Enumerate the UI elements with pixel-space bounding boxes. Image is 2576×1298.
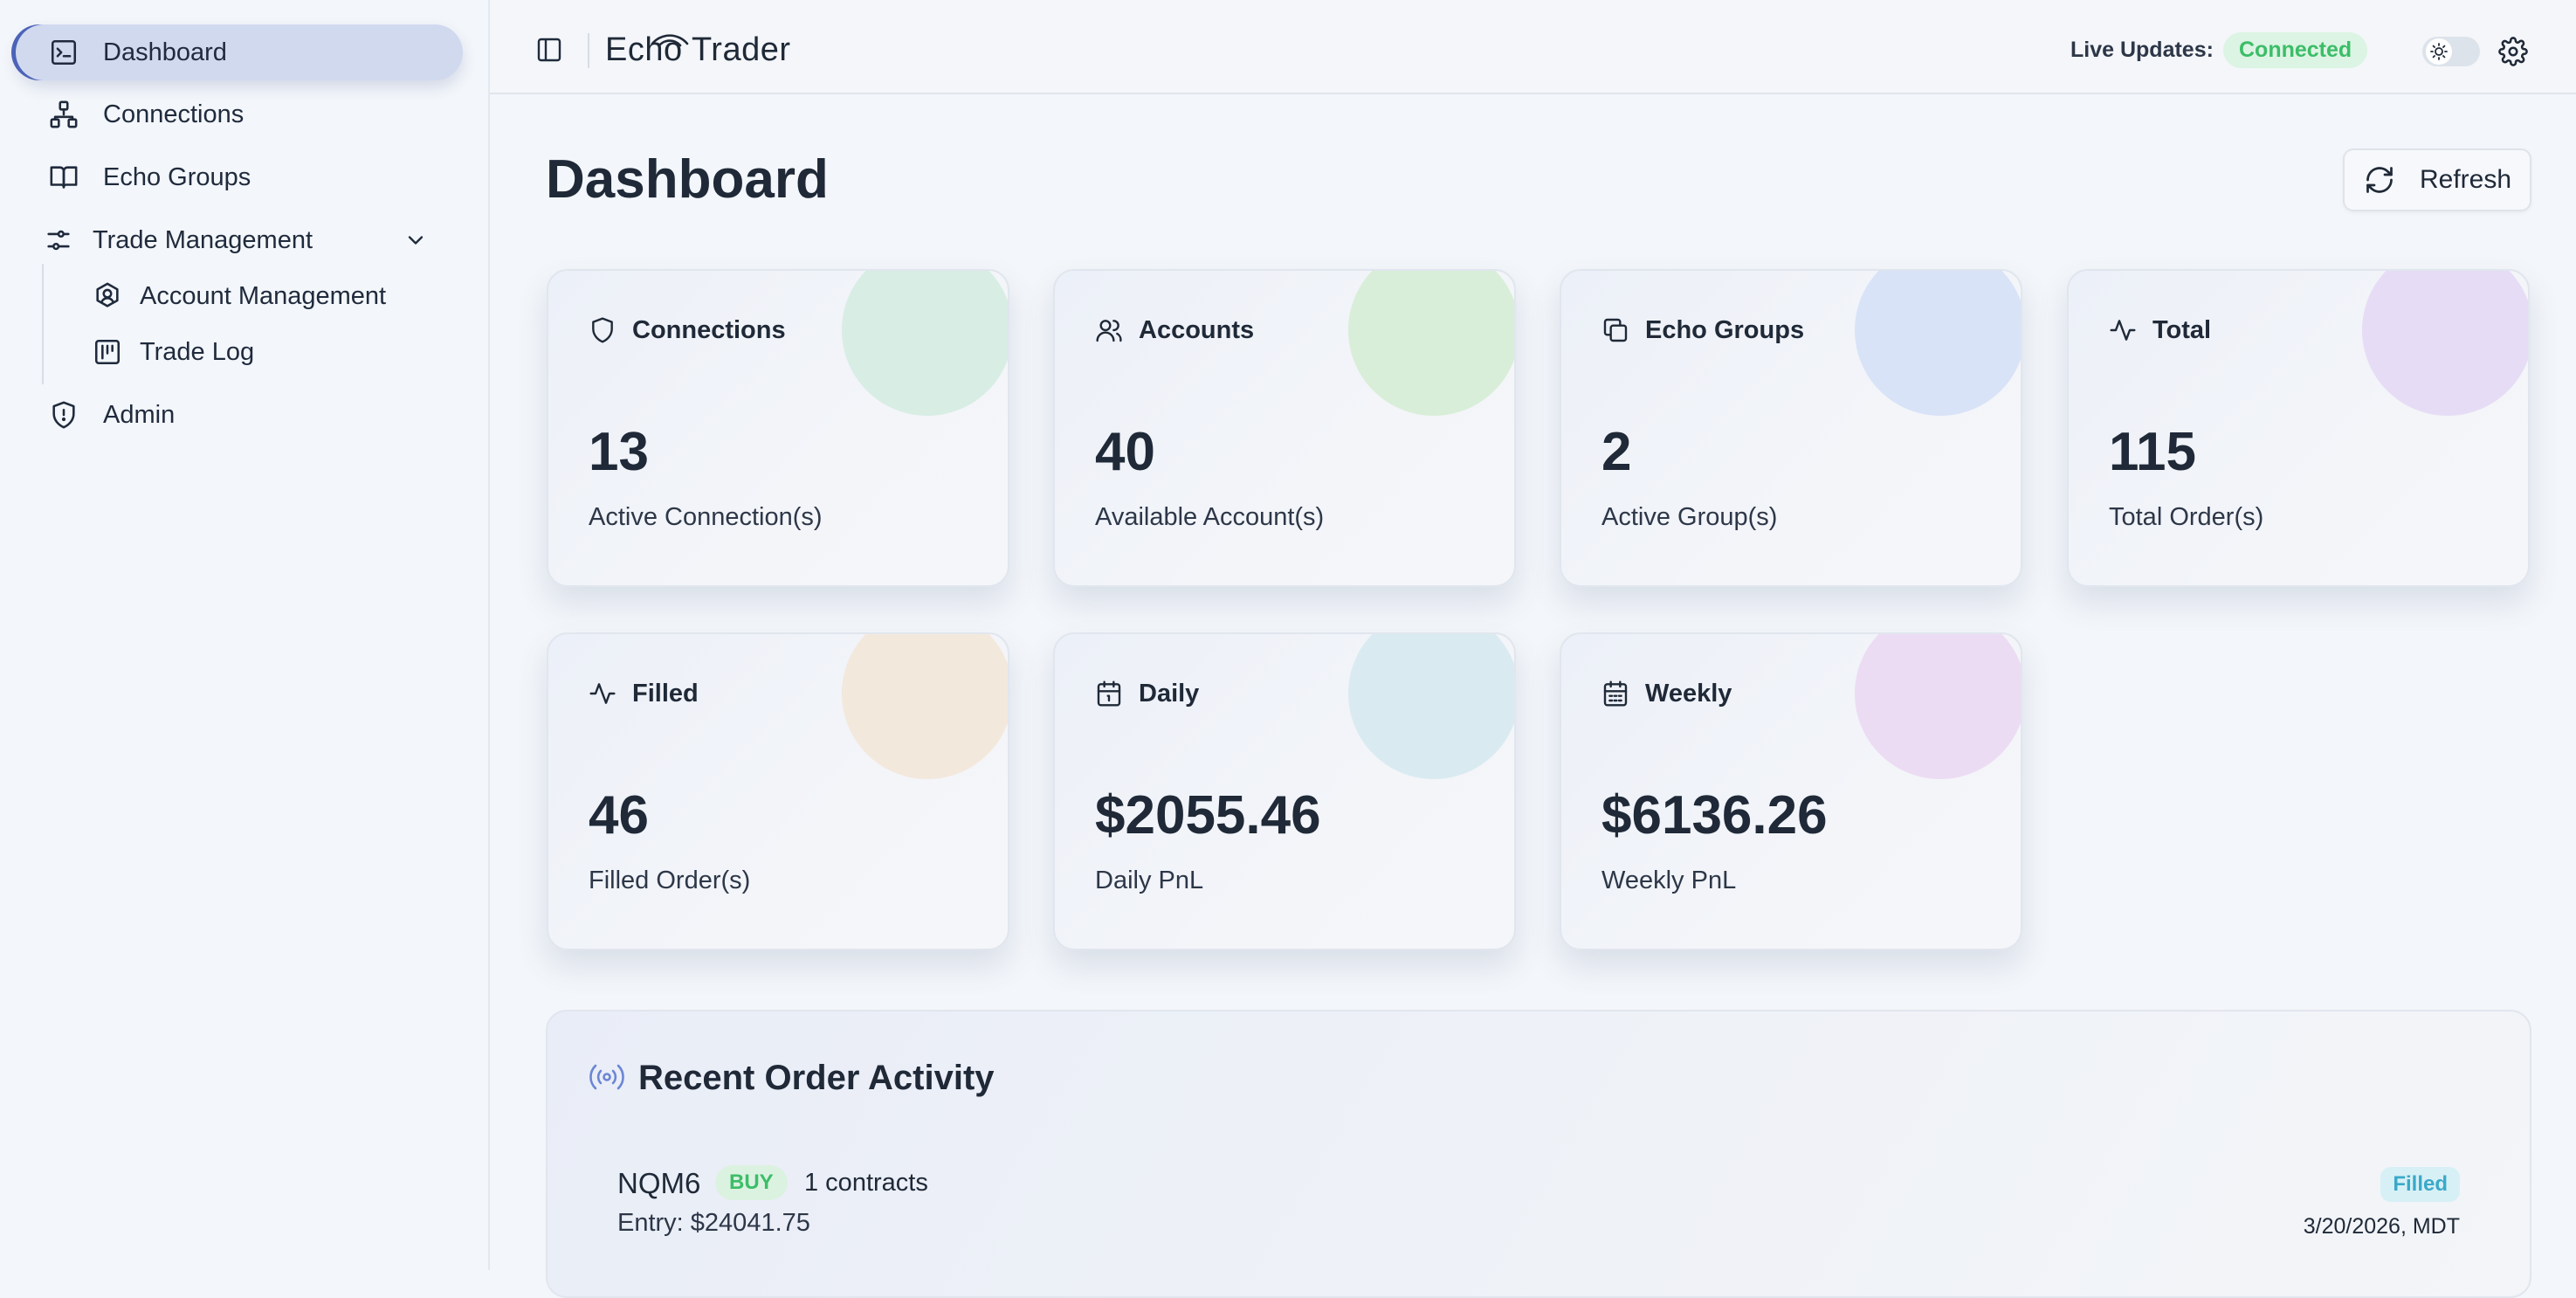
users-icon bbox=[1096, 320, 1122, 342]
gear-icon[interactable] bbox=[2498, 37, 2528, 66]
order-entry: Entry: $24041.75 bbox=[617, 1209, 810, 1237]
book-icon bbox=[50, 166, 78, 189]
live-updates-label: Live Updates: bbox=[2070, 38, 2214, 62]
refresh-button[interactable]: Refresh bbox=[2343, 148, 2531, 211]
broadcast-icon bbox=[589, 1064, 624, 1090]
sidebar-item-trade-management[interactable]: Trade Management bbox=[16, 212, 463, 268]
card-title: Echo Groups bbox=[1645, 316, 1805, 344]
section-title: Recent Order Activity bbox=[638, 1059, 995, 1097]
sliders-icon bbox=[47, 230, 70, 251]
calendar-icon bbox=[1097, 680, 1121, 707]
activity-icon bbox=[2110, 320, 2136, 341]
order-date: 3/20/2026, MDT bbox=[2303, 1214, 2460, 1239]
recent-order-activity: Recent Order Activity NQM6 BUY 1 contrac… bbox=[546, 1010, 2531, 1298]
card-value: $6136.26 bbox=[1601, 785, 1828, 846]
card-value: 40 bbox=[1095, 422, 1155, 482]
refresh-icon bbox=[2366, 167, 2393, 193]
log-icon bbox=[94, 339, 121, 365]
card-title: Weekly bbox=[1645, 680, 1732, 708]
shield-icon bbox=[592, 317, 613, 343]
sidebar-item-echo-groups[interactable]: Echo Groups bbox=[16, 149, 463, 205]
sidebar-item-connections[interactable]: Connections bbox=[16, 86, 463, 142]
card-title: Total bbox=[2152, 316, 2212, 344]
order-quantity: 1 contracts bbox=[804, 1169, 928, 1197]
card-subtitle: Active Group(s) bbox=[1601, 503, 1778, 531]
card-subtitle: Filled Order(s) bbox=[589, 866, 751, 894]
card-subtitle: Active Connection(s) bbox=[589, 503, 823, 531]
page-title: Dashboard bbox=[546, 149, 829, 210]
card-blob bbox=[1348, 271, 1514, 416]
card-subtitle: Weekly PnL bbox=[1601, 866, 1737, 894]
stat-card-daily: Daily $2055.46 Daily PnL bbox=[1053, 632, 1516, 950]
calendar-grid-icon bbox=[1603, 680, 1628, 707]
sidebar-item-label: Echo Groups bbox=[103, 162, 251, 191]
status-badge: Filled bbox=[2380, 1167, 2460, 1202]
sidebar-item-trade-log[interactable]: Trade Log bbox=[16, 324, 463, 380]
stat-card-echo-groups: Echo Groups 2 Active Group(s) bbox=[1560, 269, 2022, 587]
sidebar-item-label: Account Management bbox=[140, 281, 387, 310]
stat-card-total: Total 115 Total Order(s) bbox=[2067, 269, 2530, 587]
card-subtitle: Available Account(s) bbox=[1095, 503, 1325, 531]
brand-name: Echo Trader bbox=[605, 31, 791, 68]
card-value: 2 bbox=[1601, 422, 1632, 482]
sidebar-item-label: Trade Management bbox=[93, 225, 313, 254]
sidebar-item-label: Connections bbox=[103, 100, 245, 128]
status-badge: Connected bbox=[2223, 32, 2368, 68]
network-icon bbox=[50, 100, 78, 128]
copy-icon bbox=[1603, 318, 1628, 342]
card-blob bbox=[842, 271, 1008, 416]
card-value: $2055.46 bbox=[1095, 785, 1321, 846]
chevron-down-icon[interactable] bbox=[403, 228, 428, 252]
sidebar-item-admin[interactable]: Admin bbox=[16, 387, 463, 443]
card-title: Accounts bbox=[1139, 316, 1255, 344]
divider bbox=[588, 33, 589, 68]
stat-card-filled: Filled 46 Filled Order(s) bbox=[547, 632, 1009, 950]
sidebar-item-account-management[interactable]: Account Management bbox=[16, 268, 463, 324]
order-side-badge: BUY bbox=[715, 1165, 788, 1200]
sidebar-item-label: Trade Log bbox=[140, 337, 255, 366]
card-title: Daily bbox=[1139, 680, 1200, 708]
stat-card-connections: Connections 13 Active Connection(s) bbox=[547, 269, 1009, 587]
card-subtitle: Total Order(s) bbox=[2109, 503, 2264, 531]
card-blob bbox=[1855, 634, 2021, 779]
top-bar: Echo Trader Live Updates: Connected bbox=[490, 0, 2576, 94]
card-blob bbox=[1348, 634, 1514, 779]
card-title: Filled bbox=[632, 680, 699, 708]
order-symbol: NQM6 bbox=[617, 1167, 701, 1199]
stat-card-accounts: Accounts 40 Available Account(s) bbox=[1053, 269, 1516, 587]
refresh-label: Refresh bbox=[2420, 165, 2512, 194]
sidebar: Dashboard Connections Echo Groups Trade … bbox=[0, 0, 490, 1270]
sidebar-item-label: Dashboard bbox=[103, 38, 227, 66]
card-value: 46 bbox=[589, 785, 649, 846]
stat-card-weekly: Weekly $6136.26 Weekly PnL bbox=[1560, 632, 2022, 950]
card-blob bbox=[1855, 271, 2021, 416]
card-title: Connections bbox=[632, 316, 786, 344]
card-subtitle: Daily PnL bbox=[1095, 866, 1204, 894]
main-content: Echo Trader Live Updates: Connected Dash… bbox=[490, 0, 2576, 1298]
sidebar-item-label: Admin bbox=[103, 400, 176, 429]
card-value: 115 bbox=[2109, 422, 2197, 482]
sidebar-item-dashboard[interactable]: Dashboard bbox=[16, 24, 463, 80]
user-shield-icon bbox=[96, 282, 119, 307]
shield-icon bbox=[52, 401, 75, 429]
card-blob bbox=[2362, 271, 2528, 416]
activity-icon bbox=[589, 683, 616, 704]
card-value: 13 bbox=[589, 422, 649, 482]
theme-toggle[interactable] bbox=[2422, 37, 2480, 66]
card-blob bbox=[842, 634, 1008, 779]
sidebar-toggle-icon[interactable] bbox=[535, 36, 563, 64]
dashboard-icon bbox=[51, 39, 77, 66]
sun-icon bbox=[2426, 38, 2452, 65]
